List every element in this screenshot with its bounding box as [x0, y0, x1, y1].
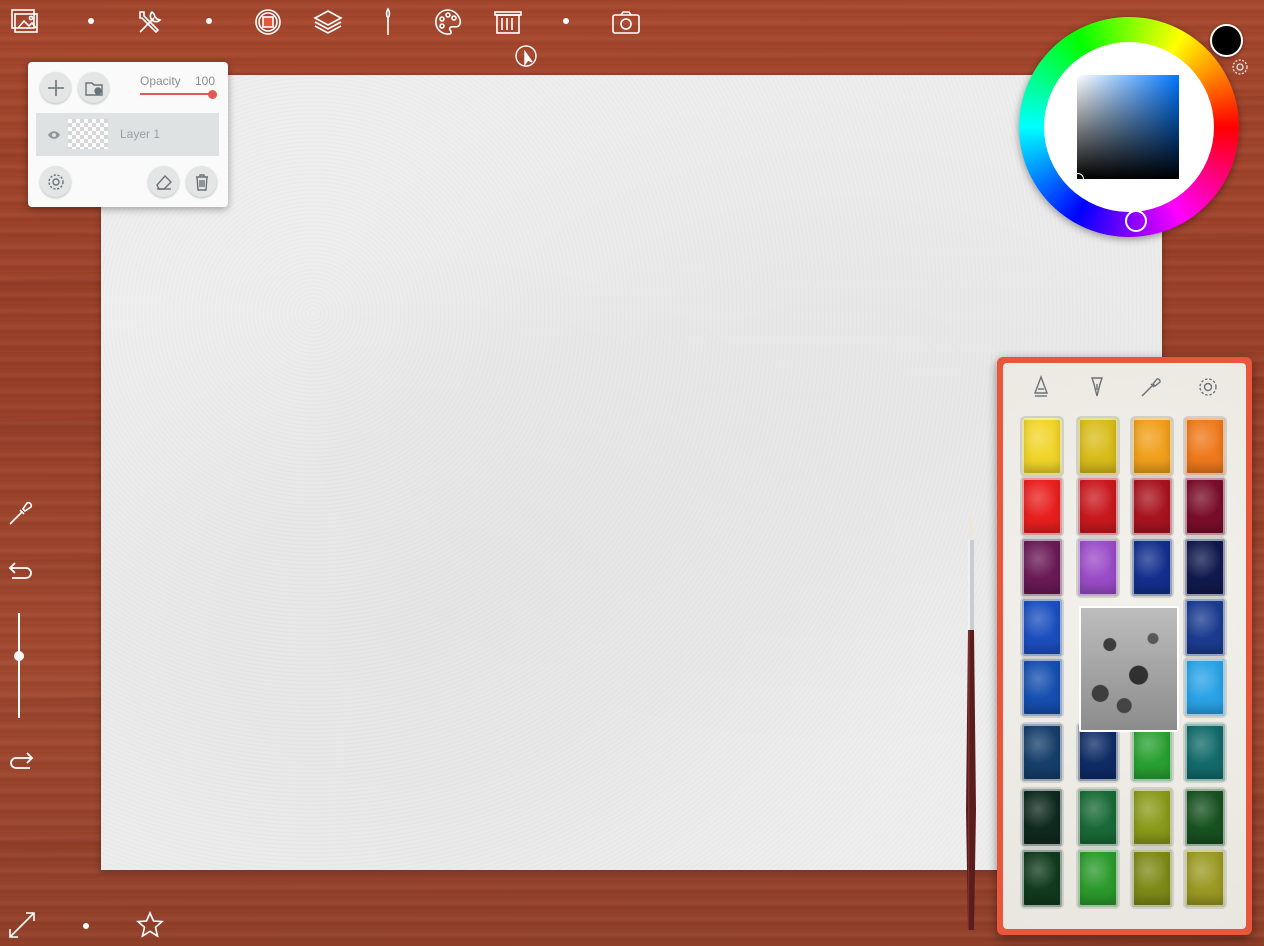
paint-pan-3-3[interactable]: [1132, 539, 1172, 596]
color-settings-icon[interactable]: [1231, 58, 1249, 76]
layer-name: Layer 1: [120, 127, 161, 141]
clear-layer-button[interactable]: [148, 166, 179, 197]
toolbar-separator-dot: [88, 18, 94, 24]
brush-icon: [385, 7, 391, 35]
saturation-value-square[interactable]: [1077, 75, 1179, 179]
import-image-button[interactable]: [78, 72, 109, 103]
paint-pan-1-1[interactable]: [1022, 418, 1062, 475]
layer-thumbnail: [68, 119, 108, 149]
paint-pan-2-2[interactable]: [1078, 478, 1118, 535]
paint-pan-4-4[interactable]: [1185, 599, 1225, 656]
layers-button[interactable]: [310, 4, 346, 40]
palette-button[interactable]: [430, 4, 466, 40]
opacity-label: Opacity: [140, 74, 181, 88]
paint-pan-4-8[interactable]: [1185, 850, 1225, 907]
paint-pan-3-7[interactable]: [1132, 789, 1172, 846]
fullscreen-button[interactable]: [7, 910, 37, 940]
paint-pan-1-3[interactable]: [1022, 539, 1062, 596]
paint-pan-2-3[interactable]: [1078, 539, 1118, 596]
paintbrush: [966, 512, 976, 930]
fullscreen-icon: [9, 912, 35, 938]
redo-icon: [10, 752, 34, 769]
paint-pan-4-6[interactable]: [1185, 724, 1225, 781]
brush-size-knob[interactable]: [14, 651, 24, 661]
paint-box-tray: [1003, 363, 1246, 929]
tools-icon: [139, 10, 162, 34]
record-icon: [255, 9, 281, 35]
touch-cursor-icon: [515, 45, 537, 67]
layer-row[interactable]: Layer 1: [36, 113, 219, 156]
undo-icon: [8, 562, 32, 579]
record-button[interactable]: [250, 4, 286, 40]
brush-button[interactable]: [370, 4, 406, 40]
toolbar-separator-dot: [563, 18, 569, 24]
toolbar-separator-dot: [206, 18, 212, 24]
tools-button[interactable]: [132, 4, 168, 40]
visibility-eye-icon[interactable]: [47, 129, 61, 141]
paper-button[interactable]: [490, 4, 526, 40]
paint-pan-1-7[interactable]: [1022, 789, 1062, 846]
bottom-separator-dot: [83, 923, 89, 929]
cursor-indicator: [508, 38, 544, 74]
layers-panel: Opacity 100 Layer 1: [28, 62, 228, 207]
opacity-slider[interactable]: [140, 93, 214, 95]
settings-gear-icon[interactable]: [1196, 375, 1220, 399]
redo-button[interactable]: [6, 745, 36, 775]
gallery-button[interactable]: [7, 4, 43, 40]
paint-pan-2-7[interactable]: [1078, 789, 1118, 846]
saturation-value-handle[interactable]: [1072, 173, 1084, 185]
paint-pan-3-2[interactable]: [1132, 478, 1172, 535]
paint-pan-1-4[interactable]: [1022, 599, 1062, 656]
paint-pan-1-6[interactable]: [1022, 724, 1062, 781]
eyedropper-icon: [9, 501, 33, 525]
layer-settings-button[interactable]: [40, 166, 71, 197]
folder-add-icon: [84, 81, 103, 96]
paint-pan-4-2[interactable]: [1185, 478, 1225, 535]
opacity-slider-knob[interactable]: [208, 90, 217, 99]
favorite-button[interactable]: [135, 910, 165, 940]
camera-icon: [612, 11, 640, 34]
delete-layer-button[interactable]: [186, 166, 217, 197]
paint-pan-2-8[interactable]: [1078, 850, 1118, 907]
paint-pan-4-5[interactable]: [1185, 659, 1225, 716]
camera-button[interactable]: [608, 4, 644, 40]
trash-icon: [195, 173, 208, 191]
paint-pan-1-2[interactable]: [1022, 478, 1062, 535]
paint-pan-4-3[interactable]: [1185, 539, 1225, 596]
opacity-value: 100: [195, 74, 216, 88]
eyedropper-icon[interactable]: [1139, 375, 1163, 399]
pen-tip-icon[interactable]: [1029, 375, 1053, 399]
mixing-well: [1079, 606, 1179, 732]
layers-icon: [313, 10, 343, 34]
paper-icon: [494, 11, 522, 34]
paint-pan-1-8[interactable]: [1022, 850, 1062, 907]
ink-nib-icon[interactable]: [1085, 375, 1109, 399]
paint-pan-3-8[interactable]: [1132, 850, 1172, 907]
paint-pan-2-6[interactable]: [1078, 724, 1118, 781]
palette-icon: [435, 9, 462, 35]
paint-pan-4-1[interactable]: [1185, 418, 1225, 475]
brush-size-slider[interactable]: [18, 613, 20, 718]
watercolor-paint-box: [997, 357, 1252, 935]
plus-icon: [47, 79, 64, 96]
add-layer-button[interactable]: [40, 72, 71, 103]
paint-pan-1-5[interactable]: [1022, 659, 1062, 716]
undo-button[interactable]: [6, 555, 36, 585]
star-icon: [136, 911, 164, 938]
hue-ring[interactable]: [1019, 17, 1239, 237]
gear-icon: [47, 173, 64, 190]
gallery-icon: [11, 9, 38, 33]
eraser-icon: [155, 174, 172, 190]
paint-pan-4-7[interactable]: [1185, 789, 1225, 846]
paint-pan-3-6[interactable]: [1132, 724, 1172, 781]
paint-pan-2-1[interactable]: [1078, 418, 1118, 475]
eyedropper-button[interactable]: [6, 498, 36, 528]
hue-handle[interactable]: [1125, 210, 1147, 232]
current-color-swatch[interactable]: [1210, 24, 1243, 57]
paint-pan-3-1[interactable]: [1132, 418, 1172, 475]
